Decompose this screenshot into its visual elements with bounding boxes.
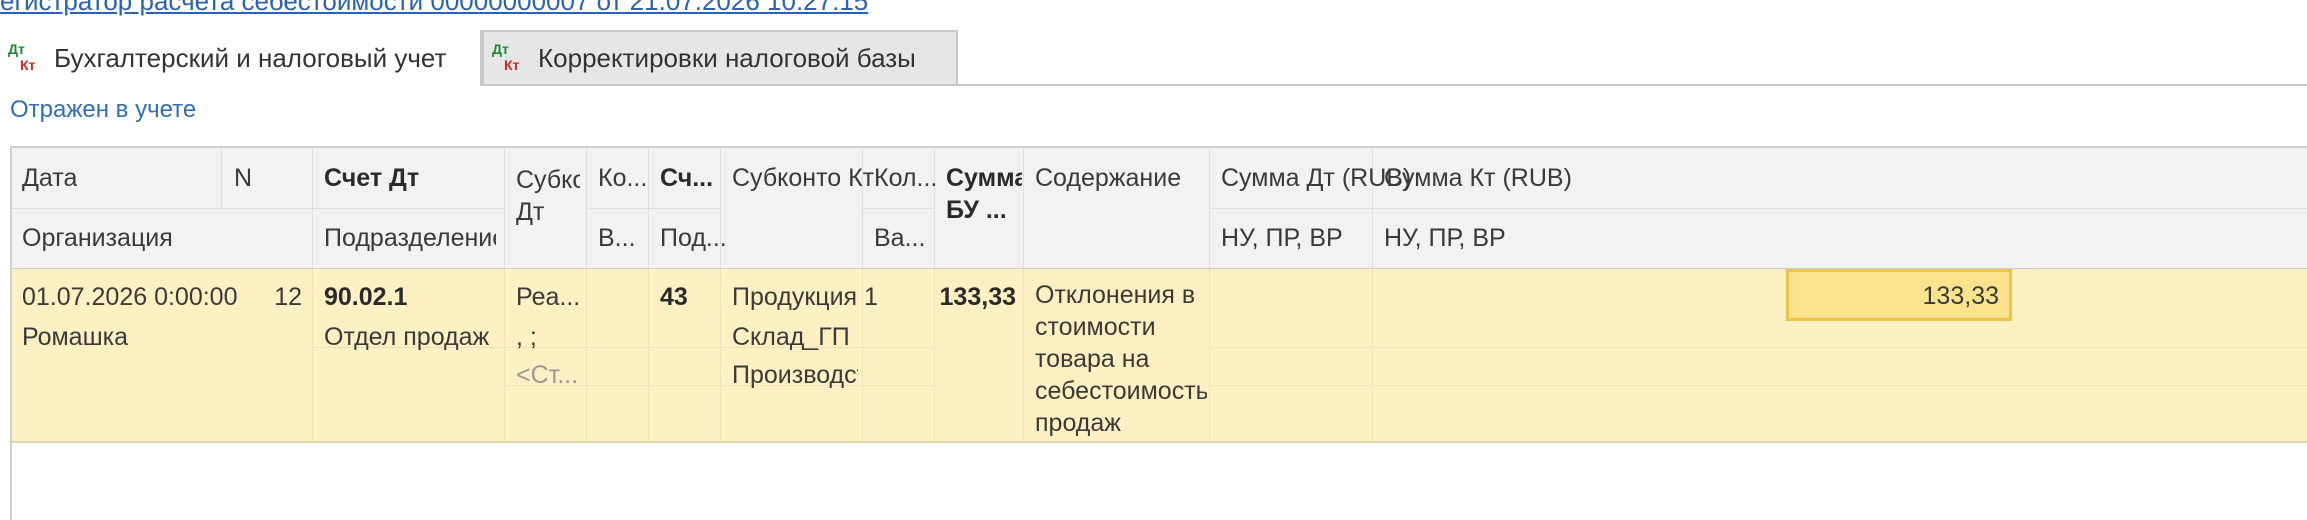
cell-organization: Ромашка xyxy=(22,323,129,351)
dt-kt-icon: Дт Кт xyxy=(8,41,36,73)
table-header: Дата Организация N Счет Дт Подразделение… xyxy=(12,148,2307,268)
selected-cell-sum-dt[interactable]: 133,33 xyxy=(1786,269,2012,321)
col-department-kt[interactable]: Под... xyxy=(660,224,727,253)
cell-subconto-kt-1: Продукция 1 xyxy=(732,283,878,311)
registrar-link[interactable]: егистратор расчета себестоимости 0000000… xyxy=(0,0,868,17)
tab-accounting-label: Бухгалтерский и налоговый учет xyxy=(54,42,447,73)
cell-subconto-dt-2: , ; xyxy=(516,323,537,351)
cell-subconto-dt-1: Реа... xyxy=(516,283,581,311)
cell-subconto-dt-3: <Ст... xyxy=(516,361,579,389)
col-department-dt[interactable]: Подразделение Д... xyxy=(324,224,496,253)
status-text: Отражен в учете xyxy=(10,96,197,123)
col-n[interactable]: N xyxy=(234,164,252,193)
col-organization[interactable]: Организация xyxy=(22,224,173,253)
col-currency-dt[interactable]: В... xyxy=(598,224,636,253)
col-subconto-kt[interactable]: Субконто Кт xyxy=(732,164,874,193)
cell-subconto-kt-2: Склад_ГП xyxy=(732,323,850,351)
col-date[interactable]: Дата xyxy=(22,164,77,193)
col-sum-dt-sub[interactable]: НУ, ПР, ВР xyxy=(1221,224,1343,253)
cell-sum-bu: 133,33 xyxy=(939,283,1016,311)
cell-account-kt: 43 xyxy=(660,283,688,311)
cell-subconto-kt-3: Производст... xyxy=(732,361,858,389)
col-sum-dt[interactable]: Сумма Дт (RUB) xyxy=(1221,164,1411,193)
col-qty-kt[interactable]: Кол... xyxy=(874,164,937,193)
col-sum-bu[interactable]: Сумма БУ ... xyxy=(946,162,1022,226)
entries-table[interactable]: Дата Организация N Счет Дт Подразделение… xyxy=(10,146,2307,520)
cell-sum-dt: 133,33 xyxy=(1922,282,1999,310)
tab-tax-adjustments-label: Корректировки налоговой базы xyxy=(538,42,916,73)
dt-kt-icon: Дт Кт xyxy=(492,41,520,73)
col-content[interactable]: Содержание xyxy=(1035,164,1181,193)
col-currency-kt[interactable]: Ва... xyxy=(874,224,925,253)
cell-content: Отклонения в стоимости товара на себесто… xyxy=(1035,281,1207,437)
col-sum-kt-sub[interactable]: НУ, ПР, ВР xyxy=(1384,224,1506,253)
col-subconto-dt[interactable]: Субко Дт xyxy=(516,164,580,228)
tab-bar: Дт Кт Бухгалтерский и налоговый учет Дт Кт… xyxy=(0,30,2307,86)
col-account-kt[interactable]: Сч... xyxy=(660,164,713,193)
cell-n: 12 xyxy=(274,283,302,311)
cell-date: 01.07.2026 0:00:00 xyxy=(22,283,238,311)
tab-accounting[interactable]: Дт Кт Бухгалтерский и налоговый учет xyxy=(0,30,482,86)
col-sum-kt[interactable]: Сумма Кт (RUB) xyxy=(1384,164,1572,193)
col-account-dt[interactable]: Счет Дт xyxy=(324,164,419,193)
tab-tax-adjustments[interactable]: Дт Кт Корректировки налоговой базы xyxy=(482,30,958,84)
col-qty-dt[interactable]: Ко... xyxy=(598,164,647,193)
cell-account-dt: 90.02.1 xyxy=(324,283,408,311)
cell-department-dt: Отдел продаж то... xyxy=(324,323,496,351)
